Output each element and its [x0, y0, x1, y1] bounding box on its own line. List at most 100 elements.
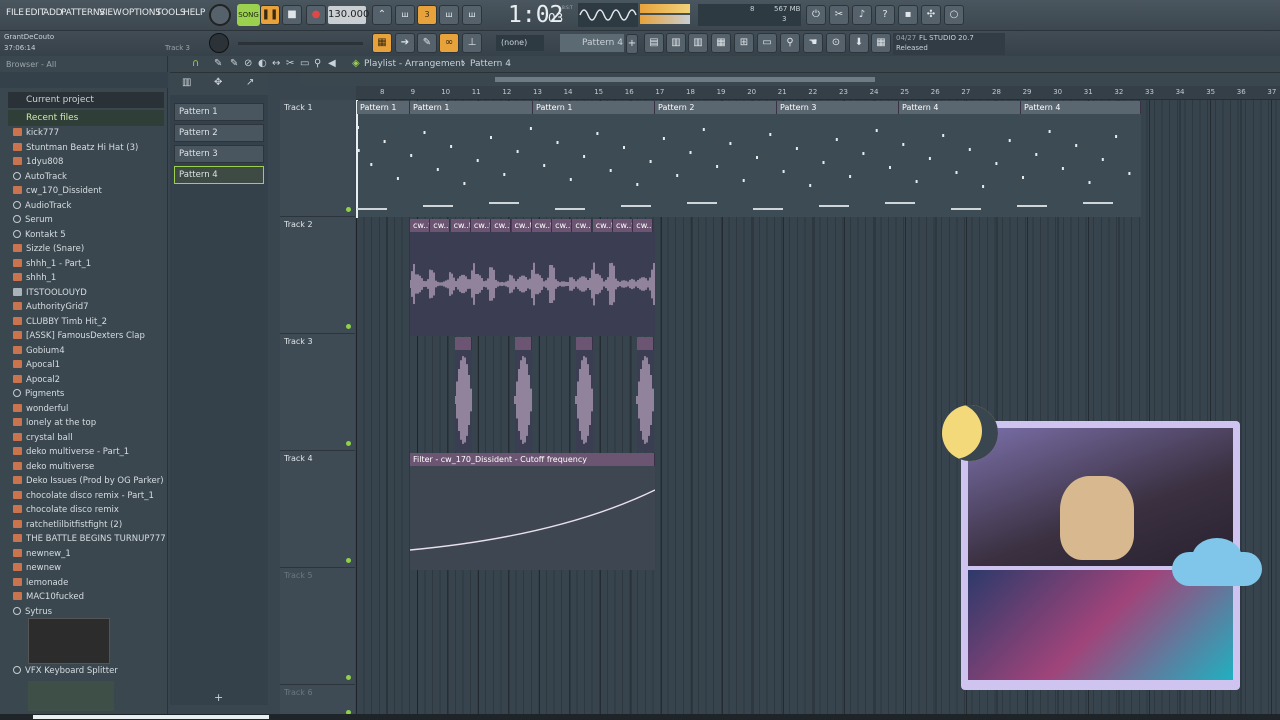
current-project-folder[interactable]: Current project — [8, 92, 164, 108]
magnet-icon[interactable]: ∩ — [192, 58, 199, 69]
brush-icon[interactable]: ✎ — [417, 33, 437, 53]
browser-item[interactable]: chocolate disco remix — [0, 505, 166, 520]
browser-item[interactable]: lemonade — [0, 577, 166, 593]
mixer-icon[interactable]: ▥ — [688, 33, 708, 53]
scroll-thumb[interactable] — [33, 715, 269, 719]
curve-icon[interactable]: ↗ — [246, 77, 254, 88]
countdown-icon[interactable]: 3 — [417, 5, 437, 25]
browser-item[interactable]: crystal ball — [0, 432, 166, 448]
audio-clip[interactable] — [515, 337, 532, 350]
track-led-icon[interactable] — [346, 675, 351, 680]
project-icon[interactable]: ▭ — [757, 33, 777, 53]
playback-tool-icon[interactable]: ◀ — [328, 58, 336, 69]
menu-file[interactable]: FILE — [6, 8, 24, 18]
browser-item[interactable]: CLUBBY Timb Hit_2 — [0, 316, 166, 332]
automation-curve[interactable] — [410, 466, 655, 570]
menu-tools[interactable]: TOOLS — [156, 8, 186, 18]
browser-item[interactable]: cw_170_Dissident — [0, 186, 166, 201]
audio-clip[interactable] — [455, 337, 472, 350]
track-header[interactable]: Track 3 — [280, 334, 355, 451]
store-icon[interactable]: ▦ — [871, 33, 891, 53]
browser-item[interactable]: kick777 — [0, 128, 166, 143]
delete-tool-icon[interactable]: ⊘ — [244, 58, 252, 69]
browser-item[interactable]: ratchetlilbitfistfight (2) — [0, 519, 166, 535]
select-tool-icon[interactable]: ▭ — [300, 58, 309, 69]
plugin-icon[interactable]: ✣ — [921, 5, 941, 25]
master-pitch-knob[interactable] — [209, 33, 229, 53]
zoom-tool-icon[interactable]: ⚲ — [314, 58, 321, 69]
add-pattern-icon[interactable]: + — [626, 34, 638, 54]
audio-clip[interactable]: cw..t — [450, 219, 471, 232]
browser-item[interactable]: lonely at the top — [0, 418, 166, 433]
browser-item[interactable]: Stuntman Beatz Hi Hat (3) — [0, 142, 166, 158]
audio-clip[interactable]: cw..t — [470, 219, 491, 232]
browser-item[interactable]: wonderful — [0, 403, 166, 419]
record-button[interactable]: ● — [306, 5, 326, 25]
pattern-clip[interactable]: Pattern 4 — [1021, 101, 1141, 114]
arrows-icon[interactable]: ✥ — [214, 77, 222, 88]
link-icon[interactable]: ∞ — [439, 33, 459, 53]
browser-header[interactable]: Browser - All — [6, 60, 56, 69]
audio-clip[interactable]: cw..t — [430, 219, 451, 232]
overview-bar[interactable] — [300, 73, 1280, 86]
audio-clip[interactable]: cw..t — [531, 219, 552, 232]
browser-item[interactable]: Pigments — [0, 389, 166, 404]
track-led-icon[interactable] — [346, 558, 351, 563]
microphone-icon[interactable]: ♪ — [852, 5, 872, 25]
browser-item[interactable]: newnew_1 — [0, 548, 166, 564]
chat-icon[interactable]: ○ — [944, 5, 964, 25]
browser-item[interactable]: ITSTOOLOUYD — [0, 287, 166, 303]
browser-item[interactable]: Kontakt 5 — [0, 229, 166, 245]
piano-icon[interactable]: ▥ — [182, 77, 191, 88]
track-header[interactable]: Track 2 — [280, 217, 355, 334]
plugin-picker-icon[interactable]: ⚲ — [780, 33, 800, 53]
pause-button[interactable]: ❚❚ — [260, 5, 280, 25]
pattern-clip[interactable]: Pattern 2 — [655, 101, 777, 114]
arrow-right-icon[interactable]: ➔ — [395, 33, 415, 53]
browser-item[interactable]: Gobium4 — [0, 345, 166, 361]
track-led-icon[interactable] — [346, 207, 351, 212]
track-led-icon[interactable] — [346, 441, 351, 446]
audio-clip[interactable]: cw..t — [633, 219, 654, 232]
pattern-clip[interactable]: Pattern 3 — [777, 101, 899, 114]
stop-button[interactable]: ■ — [282, 5, 302, 25]
pattern-item[interactable]: Pattern 4 — [174, 166, 264, 184]
piano-icon[interactable]: ▦ — [372, 33, 392, 53]
touch-icon[interactable]: ☚ — [803, 33, 823, 53]
menu-help[interactable]: HELP — [183, 8, 205, 18]
pattern-clip[interactable]: Pattern 1 — [533, 101, 655, 114]
slice-tool-icon[interactable]: ✂ — [286, 58, 294, 69]
browser-item[interactable]: THE BATTLE BEGINS TURNUP777 — [0, 534, 166, 549]
pattern-clip[interactable]: Pattern 1 — [357, 101, 410, 114]
audio-clip[interactable] — [637, 337, 654, 350]
menu-edit[interactable]: EDIT — [25, 8, 45, 18]
slip-tool-icon[interactable]: ↔ — [272, 58, 280, 69]
audio-clip[interactable]: cw..t — [572, 219, 593, 232]
browser-item[interactable]: VFX Keyboard Splitter — [0, 666, 166, 681]
audio-clip[interactable]: cw..t — [552, 219, 573, 232]
audio-clip[interactable]: cw..t — [592, 219, 613, 232]
brush-tool-icon[interactable]: ✎ — [230, 58, 238, 69]
browser-item[interactable]: Apocal2 — [0, 374, 166, 390]
horizontal-scrollbar[interactable] — [0, 714, 1280, 720]
pattern-clip[interactable]: Pattern 1 — [410, 101, 533, 114]
browser-item[interactable]: newnew — [0, 563, 166, 578]
browser-item[interactable]: 1dyu808 — [0, 157, 166, 172]
tree-icon[interactable]: ⊞ — [734, 33, 754, 53]
audio-clip[interactable]: cw..t — [410, 219, 430, 232]
wait-record-icon[interactable]: ш — [395, 5, 415, 25]
track-header[interactable]: Track 1 — [280, 100, 355, 217]
tempo-display[interactable]: 130.000 — [328, 6, 369, 24]
stamp-icon[interactable]: ⊥ — [462, 33, 482, 53]
menu-add[interactable]: ADD — [43, 8, 63, 18]
timeline-ruler[interactable] — [356, 86, 1280, 100]
track-led-icon[interactable] — [346, 324, 351, 329]
browser-item[interactable]: MAC10fucked — [0, 592, 166, 607]
browser-item[interactable]: AutoTrack — [0, 171, 166, 187]
master-pitch-slider[interactable] — [238, 42, 363, 45]
news-panel[interactable]: 04/27 FL STUDIO 20.7 Released — [893, 33, 1005, 55]
audio-clip[interactable]: cw..t — [613, 219, 633, 232]
master-volume-knob[interactable] — [209, 4, 231, 26]
browser-item[interactable]: shhh_1 - Part_1 — [0, 258, 166, 274]
audio-clip[interactable]: cw..t — [491, 219, 512, 232]
